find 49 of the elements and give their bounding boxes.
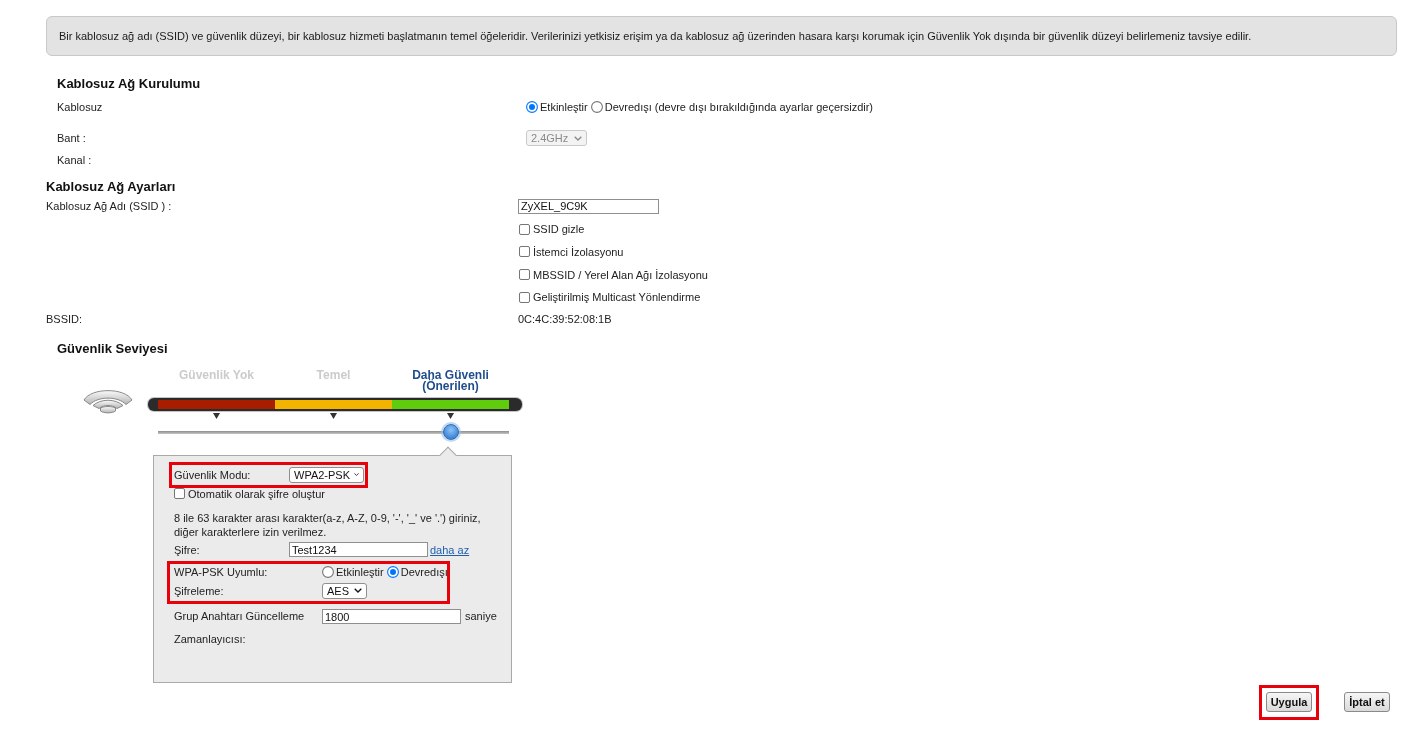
field-label: Kablosuz Ağ Adı (SSID ) : [46,200,172,212]
interval-input[interactable]: 1800 [322,609,461,625]
field-label: Güvenlik Modu: [174,468,251,481]
level-option[interactable]: Daha Güvenli (Önerilen) [405,369,496,392]
checkbox[interactable] [519,269,530,281]
checkbox-label: Geliştirilmiş Multicast Yönlendirme [533,291,701,304]
checkbox[interactable] [519,246,530,258]
checkbox-label: MBSSID / Yerel Alan Ağı İzolasyonu [533,268,708,281]
radio-label: Devredışı [400,566,448,579]
section-heading: Güvenlik Seviyesi [57,340,168,357]
cancel-button[interactable]: İptal et [1344,692,1390,713]
field-label: BSSID: [46,312,83,325]
field-label: Grup Anahtarı Güncelleme Zamanlayıcısı: [174,609,306,648]
radio-label: Etkinleştir [336,566,384,579]
radio-button[interactable] [590,101,603,113]
bssid-value: 0C:4C:39:52:08:1B [518,312,612,325]
radio-label: Etkinleştir [540,101,588,113]
field-label: Kablosuz [57,101,103,113]
checkbox[interactable] [519,291,530,303]
section-heading: Kablosuz Ağ Ayarları [46,179,176,195]
section-heading: Kablosuz Ağ Kurulumu [57,76,201,92]
field-label: Kanal : [57,154,92,166]
checkbox-label: İstemci İzolasyonu [533,246,624,258]
note-text: (devre dışı bırakıldığında ayarlar geçersizdir) [654,101,874,113]
password-input[interactable]: Test1234 [289,542,428,558]
field-label: Bant : [57,132,86,144]
checkbox[interactable] [519,223,530,235]
field-label: Şifre: [174,543,200,556]
apply-button[interactable]: Uygula [1265,692,1313,713]
hint-text: 8 ile 63 karakter arası karakter(a-z, A-Z, 0-9, '-', '_' ve '.') giriniz, diğer karakterlere izin verilmez. [174,510,482,539]
chevron-down-icon [574,135,582,141]
checkbox[interactable] [174,488,185,500]
radio-label: Devredışı [604,101,652,113]
security-mode-select[interactable]: WPA2-PSK [289,466,364,483]
chevron-down-icon [354,472,359,478]
less-link[interactable]: daha az [430,543,470,556]
unit-label: saniye [465,609,498,625]
field-label: WPA-PSK Uyumlu: [174,566,268,579]
ssid-input[interactable]: ZyXEL_9C9K [518,198,659,214]
chevron-down-icon [354,588,362,594]
slider-thumb[interactable] [442,423,459,440]
radio-button[interactable] [322,566,334,579]
checkbox-label: Otomatik olarak şifre oluştur [188,487,325,500]
checkbox-label: SSID gizle [533,223,585,236]
radio-button[interactable] [526,101,538,113]
radio-button[interactable] [386,566,399,579]
notice-text: Bir kablosuz ağ adı (SSID) ve güvenlik düzeyi, bir kablosuz hizmeti başlatmanın temel öğeleridir. Verilerinizi yetkisiz erişim ya da kablosuz ağ üzerinden hasara karşı korumak için Güvenlik Yok dışında bir güvenlik düzeyi belirlemeniz tavsiye edilir. [59,30,1252,42]
encryption-select[interactable]: AES [322,582,367,599]
field-label: Şifreleme: [174,584,224,597]
